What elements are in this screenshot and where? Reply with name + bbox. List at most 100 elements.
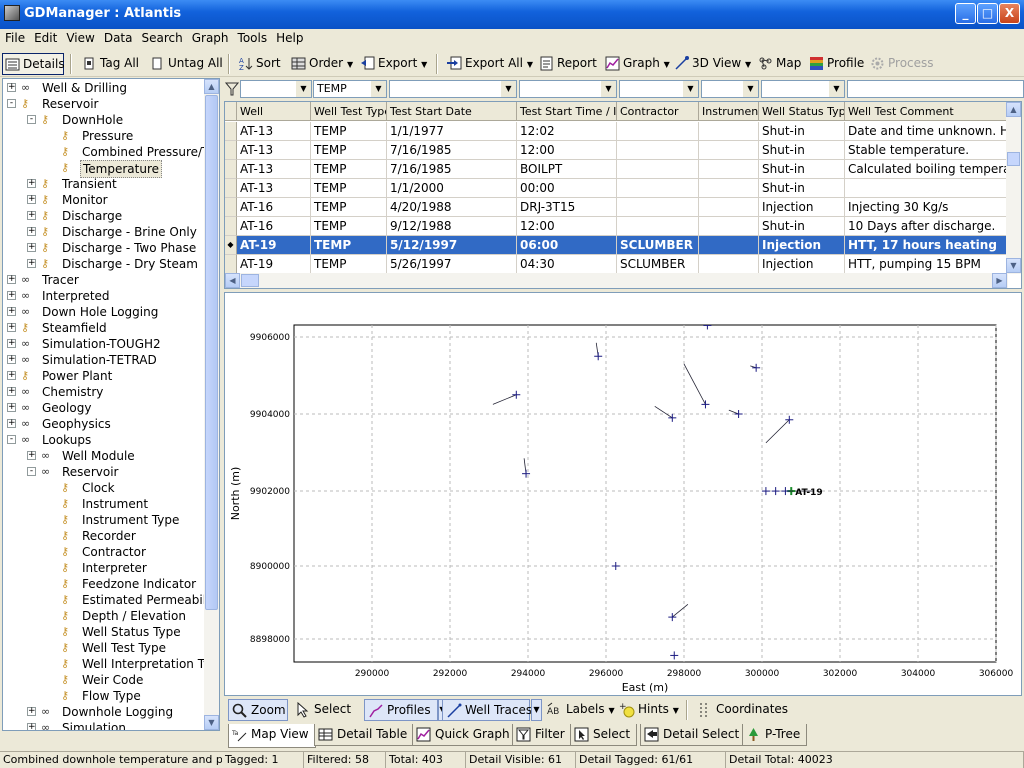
table-cell[interactable] (699, 255, 759, 274)
tree-item[interactable]: + ∞ Simulation-TOUGH2 (3, 336, 203, 352)
expand-icon[interactable]: + (7, 323, 16, 332)
table-cell[interactable] (617, 160, 699, 179)
table-cell[interactable]: 06:00 (517, 236, 617, 255)
expand-icon[interactable]: + (27, 211, 36, 220)
chevron-down-icon[interactable]: ▼ (601, 81, 616, 97)
menu-search[interactable]: Search (136, 29, 186, 45)
table-cell[interactable]: Injecting 30 Kg/s (845, 198, 1021, 217)
table-cell[interactable]: SCLUMBER (617, 255, 699, 274)
tree-item[interactable]: ⚷ Combined Pressure/Te (3, 144, 215, 160)
expand-icon[interactable]: + (27, 723, 36, 730)
table-cell[interactable]: TEMP (311, 160, 387, 179)
expand-icon[interactable]: + (7, 339, 16, 348)
tree-item[interactable]: ⚷ Instrument Type (3, 512, 203, 528)
column-header[interactable]: Contractor (617, 102, 699, 121)
tree-item[interactable]: + ∞ Well Module (3, 448, 203, 464)
table-cell[interactable] (617, 198, 699, 217)
table-cell[interactable] (617, 217, 699, 236)
column-header[interactable]: Well Status Type (759, 102, 845, 121)
tree-item[interactable]: ⚷ Contractor (3, 544, 203, 560)
tree-item[interactable]: ⚷ Clock (3, 480, 203, 496)
expand-icon[interactable]: + (27, 227, 36, 236)
table-row[interactable]: AT-19 TEMP 5/26/1997 04:30 SCLUMBER Injection… (225, 255, 1021, 274)
table-cell[interactable]: 9/12/1988 (387, 217, 517, 236)
process-button[interactable]: Process (868, 53, 934, 75)
table-cell[interactable] (699, 141, 759, 160)
table-cell[interactable]: Shut-in (759, 217, 845, 236)
tree-item[interactable]: + ∞ Geology (3, 400, 203, 416)
tree-item[interactable]: ⚷ Well Test Type (3, 640, 203, 656)
collapse-icon[interactable]: - (27, 467, 36, 476)
tree-item[interactable]: + ⚷ Monitor (3, 192, 203, 208)
maximize-button[interactable]: □ (977, 3, 998, 24)
table-cell[interactable]: AT-19 (237, 255, 311, 274)
menu-help[interactable]: Help (271, 29, 307, 45)
scroll-down-button[interactable]: ▼ (204, 715, 219, 730)
chevron-down-icon[interactable]: ▼ (371, 81, 386, 97)
data-tree[interactable]: + ∞ Well & Drilling - ⚷ Reservoir - ⚷ DownHole ⚷ P… (2, 78, 220, 731)
tree-item[interactable]: - ∞ Reservoir (3, 464, 203, 480)
tree-item[interactable]: - ⚷ Reservoir (3, 96, 203, 112)
column-header[interactable]: Well Test Type (311, 102, 387, 121)
tree-item[interactable]: ⚷ Feedzone Indicator (3, 576, 203, 592)
tree-item[interactable]: + ∞ Tracer (3, 272, 203, 288)
tab-map-view[interactable]: Ta Map View (228, 724, 316, 748)
chevron-down-icon[interactable]: ▼ (683, 81, 698, 97)
column-header[interactable]: Test Start Date (387, 102, 517, 121)
hints-button[interactable]: + Hints ▼ (616, 699, 679, 721)
tree-item[interactable]: + ⚷ Discharge - Two Phase (3, 240, 203, 256)
column-header[interactable]: Test Start Time / ID (517, 102, 617, 121)
table-row[interactable]: AT-13 TEMP 1/1/2000 00:00 Shut-in (225, 179, 1021, 198)
table-cell[interactable]: TEMP (311, 179, 387, 198)
table-cell[interactable]: TEMP (311, 217, 387, 236)
expand-icon[interactable]: + (7, 419, 16, 428)
table-cell[interactable]: 1/1/1977 (387, 122, 517, 141)
expand-icon[interactable]: + (27, 259, 36, 268)
tree-item[interactable]: + ∞ Chemistry (3, 384, 203, 400)
tree-item[interactable]: + ∞ Well & Drilling (3, 80, 203, 96)
well-traces-button[interactable]: Well Traces (442, 699, 532, 721)
tree-item[interactable]: ⚷ Depth / Elevation (3, 608, 203, 624)
filter-instrument[interactable]: ▼ (701, 80, 759, 98)
report-button[interactable]: Report (537, 53, 597, 75)
tab-quick-graph[interactable]: Quick Graph (412, 724, 517, 746)
tree-item[interactable]: + ⚷ Discharge (3, 208, 203, 224)
table-cell[interactable]: Injection (759, 236, 845, 255)
tree-item[interactable]: + ∞ Geophysics (3, 416, 203, 432)
menu-edit[interactable]: Edit (29, 29, 61, 45)
coordinates-button[interactable]: Coordinates (694, 699, 788, 721)
tree-item[interactable]: ⚷ Estimated Permeability (3, 592, 219, 608)
table-cell[interactable]: 7/16/1985 (387, 141, 517, 160)
row-header[interactable] (225, 255, 237, 274)
row-header[interactable] (225, 198, 237, 217)
filter-well-status[interactable]: ▼ (761, 80, 845, 98)
scroll-up-button[interactable]: ▲ (204, 79, 219, 94)
table-cell[interactable]: 12:02 (517, 122, 617, 141)
3d-view-button[interactable]: 3D View ▼ (672, 53, 751, 75)
table-cell[interactable] (699, 236, 759, 255)
table-cell[interactable] (699, 198, 759, 217)
graph-button[interactable]: Graph ▼ (603, 53, 670, 75)
menu-data[interactable]: Data (99, 29, 137, 45)
expand-icon[interactable]: + (27, 707, 36, 716)
table-cell[interactable]: TEMP (311, 122, 387, 141)
table-cell[interactable]: 10 Days after discharge. (845, 217, 1021, 236)
table-cell[interactable] (617, 179, 699, 198)
tree-item[interactable]: ⚷ Instrument (3, 496, 203, 512)
expand-icon[interactable]: + (27, 195, 36, 204)
tree-item[interactable]: ⚷ Well Interpretation Ty (3, 656, 210, 672)
table-cell[interactable]: 12:00 (517, 217, 617, 236)
table-cell[interactable]: Calculated boiling temperatu (845, 160, 1021, 179)
tree-item[interactable]: ⚷ Well Status Type (3, 624, 203, 640)
grid-hscroll-thumb[interactable] (241, 274, 259, 287)
tab-select[interactable]: Select (570, 724, 638, 746)
map-button[interactable]: Map (756, 53, 801, 75)
labels-button[interactable]: AB Labels ▼ (544, 699, 615, 721)
tree-item[interactable]: + ⚷ Discharge - Brine Only (3, 224, 203, 240)
select-tool-button[interactable]: Select (292, 699, 351, 721)
row-header[interactable]: ◆ (225, 236, 237, 255)
table-cell[interactable]: AT-13 (237, 160, 311, 179)
table-cell[interactable]: DRJ-3T15 (517, 198, 617, 217)
scroll-down-button[interactable]: ▼ (1006, 258, 1021, 273)
table-cell[interactable]: TEMP (311, 141, 387, 160)
